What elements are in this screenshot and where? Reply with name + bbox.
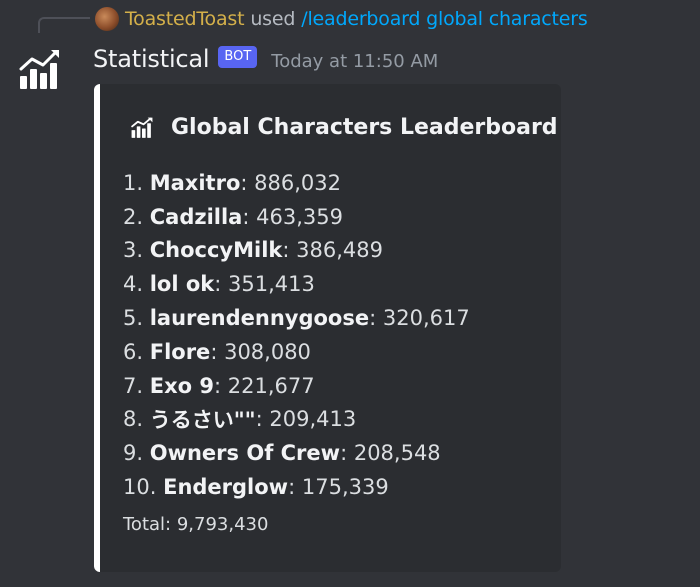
leaderboard-entry-6: 6. Flore: 308,080 [123, 339, 311, 364]
entry-value: 208,548 [353, 441, 441, 466]
entry-name: Flore [149, 339, 211, 364]
entry-rank: 10. [123, 475, 157, 500]
leaderboard-entry-8: 8. うるさい"": 209,413 [123, 403, 470, 437]
entry-rank: 3. [123, 238, 144, 263]
entry-value: 209,413 [269, 407, 357, 432]
entry-name: Owners Of Crew [149, 441, 341, 466]
entry-rank: 4. [123, 272, 144, 297]
reply-spine [38, 17, 90, 33]
entry-name: Exo 9 [149, 373, 214, 398]
entry-name: Cadzilla [149, 204, 243, 229]
leaderboard-entry-1: 1. Maxitro: 886,032 [123, 170, 341, 195]
entry-value: 386,489 [296, 238, 383, 263]
leaderboard-list: 1. Maxitro: 886,032 2. Cadzilla: 463,359… [123, 166, 470, 504]
entry-rank: 1. [123, 170, 144, 195]
entry-value: 221,677 [227, 373, 315, 398]
entry-value: 175,339 [301, 475, 389, 500]
message-timestamp[interactable]: Today at 11:50 AM [271, 51, 438, 72]
message-header: Statistical BOT Today at 11:50 AM [93, 42, 438, 76]
entry-value: 463,359 [256, 204, 343, 229]
entry-value: 351,413 [228, 272, 315, 297]
leaderboard-entry-7: 7. Exo 9: 221,677 [123, 373, 315, 398]
entry-rank: 5. [123, 306, 144, 331]
entry-name: ChoccyMilk [149, 238, 283, 263]
leaderboard-entry-5: 5. laurendennygoose: 320,617 [123, 306, 470, 331]
bot-avatar[interactable] [16, 46, 64, 94]
command-reply: ToastedToast used /leaderboard global ch… [95, 6, 588, 32]
leaderboard-entry-10: 10. Enderglow: 175,339 [123, 475, 389, 500]
embed-title-text: Global Characters Leaderboard [171, 115, 558, 140]
entry-rank: 9. [123, 441, 144, 466]
leaderboard-total: Total: 9,793,430 [123, 514, 269, 535]
entry-rank: 2. [123, 204, 144, 229]
chat-message: ToastedToast used /leaderboard global ch… [0, 0, 700, 587]
embed-title: Global Characters Leaderboard [130, 115, 558, 140]
entry-rank: 8. [123, 407, 144, 432]
leaderboard-embed: Global Characters Leaderboard 1. Maxitro… [94, 84, 561, 572]
leaderboard-entry-2: 2. Cadzilla: 463,359 [123, 204, 343, 229]
entry-name: lol ok [149, 272, 215, 297]
bar-chart-trend-icon [130, 117, 154, 139]
entry-name: うるさい"" [149, 408, 256, 433]
entry-rank: 7. [123, 373, 144, 398]
leaderboard-entry-4: 4. lol ok: 351,413 [123, 272, 315, 297]
entry-name: Enderglow [163, 475, 289, 500]
entry-value: 886,032 [254, 170, 341, 195]
reply-command-link[interactable]: /leaderboard global characters [301, 8, 588, 30]
entry-value: 320,617 [382, 306, 470, 331]
entry-rank: 6. [123, 339, 144, 364]
bot-username[interactable]: Statistical [93, 45, 210, 73]
entry-name: Maxitro [149, 170, 241, 195]
reply-username[interactable]: ToastedToast [125, 8, 245, 30]
bot-tag: BOT [218, 46, 258, 68]
reply-user-avatar[interactable] [95, 7, 119, 31]
bar-chart-trend-icon [19, 50, 59, 89]
reply-used-text: used [250, 8, 296, 30]
entry-name: laurendennygoose [149, 306, 370, 331]
leaderboard-entry-9: 9. Owners Of Crew: 208,548 [123, 441, 441, 466]
leaderboard-entry-3: 3. ChoccyMilk: 386,489 [123, 238, 383, 263]
entry-value: 308,080 [224, 339, 311, 364]
